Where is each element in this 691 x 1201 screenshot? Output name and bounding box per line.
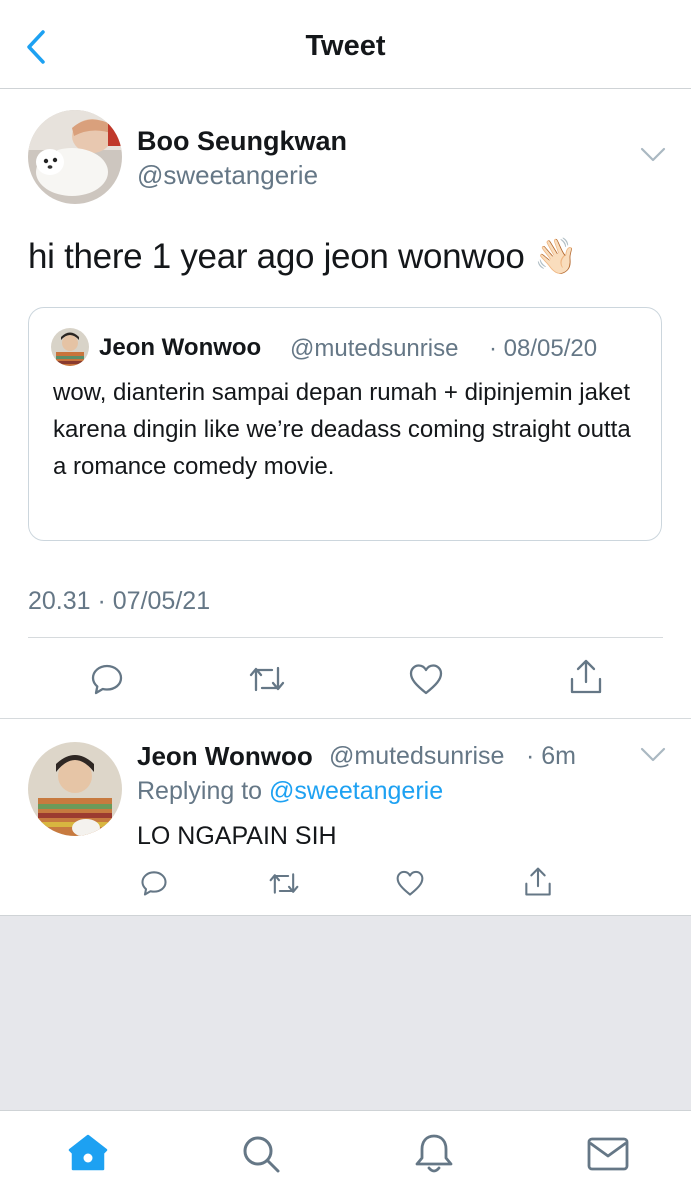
- reply-author-handle[interactable]: @mutedsunrise: [329, 742, 504, 771]
- speech-bubble-icon: [90, 664, 124, 700]
- author-avatar[interactable]: [28, 110, 122, 204]
- reply-text: LO NGAPAIN SIH: [137, 822, 337, 850]
- tweet-timestamp: 20.31 · 07/05/21: [28, 587, 211, 615]
- reply-time: · 6m: [526, 742, 576, 770]
- reply-like-button[interactable]: [395, 869, 425, 902]
- author-name[interactable]: Boo Seungkwan: [137, 126, 347, 157]
- share-button[interactable]: [568, 658, 604, 701]
- reply-share-button[interactable]: [523, 866, 553, 903]
- search-icon: [240, 1136, 282, 1179]
- reply-button[interactable]: [90, 662, 124, 701]
- tab-search[interactable]: [240, 1133, 282, 1180]
- quoted-tweet-text: wow, dianterin sampai depan rumah + dipi…: [53, 379, 631, 480]
- replying-to-line: Replying to @sweetangerie: [137, 777, 443, 806]
- mail-icon: [586, 1137, 630, 1177]
- reply-reply-button[interactable]: [140, 869, 168, 902]
- tweet-text: hi there 1 year ago jeon wonwoo 👋🏻: [28, 237, 578, 276]
- reply-author-avatar[interactable]: [28, 742, 122, 836]
- empty-area: [0, 915, 691, 1110]
- like-button[interactable]: [408, 662, 444, 701]
- bottom-tab-bar: [0, 1110, 691, 1201]
- divider: [28, 637, 663, 638]
- retweet-button[interactable]: [248, 664, 286, 699]
- divider: [0, 718, 691, 719]
- bell-icon: [413, 1134, 455, 1181]
- home-icon: [66, 1134, 110, 1179]
- quoted-author-avatar: [51, 328, 89, 366]
- speech-bubble-icon: [140, 871, 168, 901]
- share-icon: [568, 659, 604, 700]
- share-icon: [523, 867, 553, 902]
- retweet-icon: [248, 666, 286, 698]
- quoted-tweet-card[interactable]: Jeon Wonwoo @mutedsunrise · 08/05/20 wow…: [28, 307, 662, 541]
- reply-more-chevron-down-icon[interactable]: [640, 746, 666, 769]
- quoted-author-handle: @mutedsunrise: [290, 335, 459, 362]
- quoted-author-name: Jeon Wonwoo: [99, 334, 262, 361]
- top-bar: Tweet: [0, 0, 691, 89]
- tab-notifications[interactable]: [413, 1131, 455, 1182]
- author-handle[interactable]: @sweetangerie: [137, 160, 318, 191]
- tab-home[interactable]: [66, 1131, 110, 1180]
- tab-messages[interactable]: [586, 1135, 630, 1178]
- heart-icon: [395, 870, 425, 901]
- more-options-chevron-down-icon[interactable]: [640, 146, 666, 169]
- replying-to-handle[interactable]: @sweetangerie: [269, 777, 443, 805]
- reply-retweet-button[interactable]: [268, 871, 300, 901]
- reply-author-name[interactable]: Jeon Wonwoo: [137, 741, 313, 772]
- page-title: Tweet: [305, 30, 386, 62]
- heart-icon: [408, 664, 444, 700]
- retweet-icon: [268, 873, 300, 900]
- quoted-tweet-date: · 08/05/20: [489, 335, 598, 362]
- replying-to-label: Replying to: [137, 777, 263, 805]
